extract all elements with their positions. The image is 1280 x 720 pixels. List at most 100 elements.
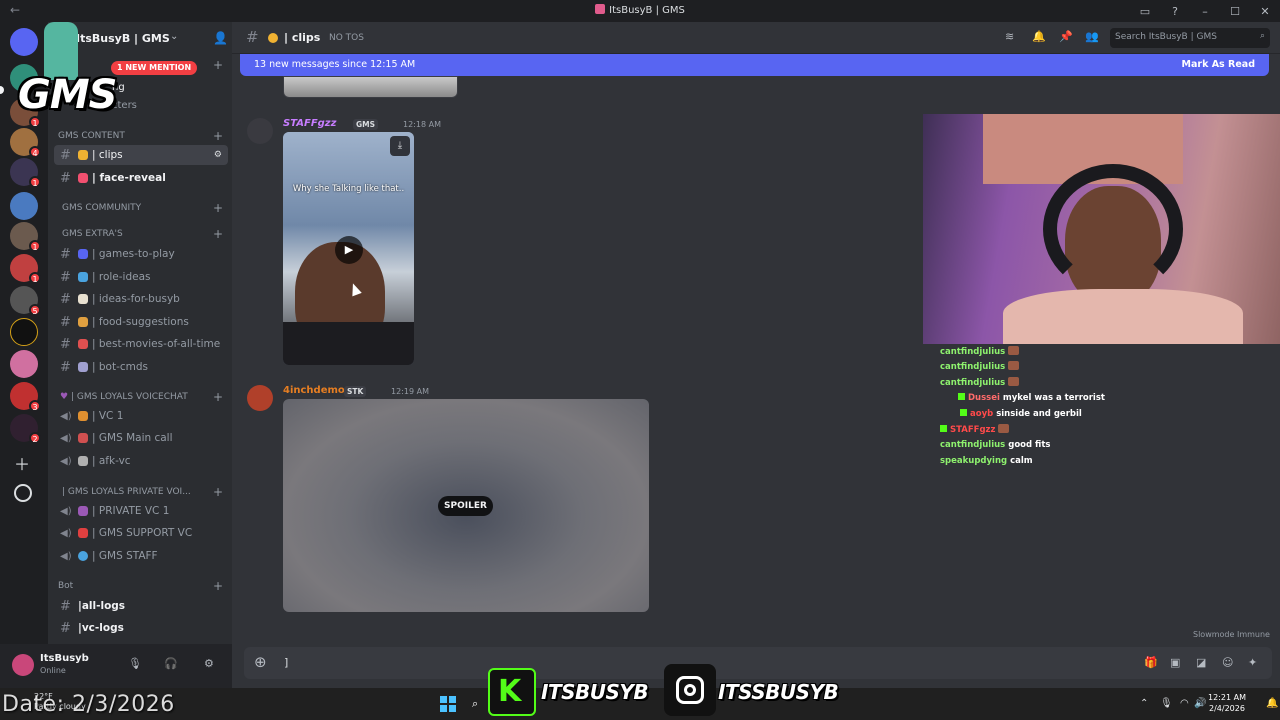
voice-channel-support-vc[interactable]: ◀) | GMS SUPPORT VC	[54, 523, 228, 543]
spoiler-label[interactable]: SPOILER	[438, 496, 493, 516]
channel-all-logs[interactable]: # |all-logs	[54, 596, 228, 616]
channel-games-to-play[interactable]: # | games-to-play	[54, 244, 228, 264]
server-icon[interactable]	[10, 192, 38, 220]
message-author[interactable]: STAFFgzz	[283, 118, 336, 129]
channel-role-ideas[interactable]: # | role-ideas	[54, 267, 228, 287]
server-icon[interactable]: 1	[10, 254, 41, 284]
server-tag[interactable]: STK	[344, 386, 367, 397]
new-mention-badge[interactable]: 1 NEW MENTION	[111, 61, 198, 75]
voice-channel-private-vc1[interactable]: ◀) | PRIVATE VC 1	[54, 501, 228, 521]
clock-time: 12:21 AM	[1208, 693, 1246, 702]
wifi-icon[interactable]: ◠	[1180, 698, 1189, 709]
search-input[interactable]: Search ItsBusyB | GMS ⌕	[1110, 28, 1270, 48]
add-server-icon[interactable]: ＋	[14, 451, 30, 475]
channel-bot-cmds[interactable]: # | bot-cmds	[54, 357, 228, 377]
close-icon[interactable]: ✕	[1250, 5, 1280, 18]
channel-name: | role-ideas	[92, 271, 151, 283]
add-channel-icon[interactable]: +	[213, 201, 223, 215]
emoji-picker-icon[interactable]: ☺	[1222, 656, 1233, 669]
tray-mic-icon[interactable]: 🎙	[1160, 698, 1173, 709]
pin-icon[interactable]: 📌	[1059, 30, 1073, 43]
video-attachment[interactable]: Why she Talking like that.. ▶ ⤓	[283, 132, 414, 365]
category-gms-community[interactable]: GMS COMMUNITY	[62, 203, 141, 213]
server-icon[interactable]	[10, 350, 38, 378]
voice-channel-main-call[interactable]: ◀) | GMS Main call	[54, 428, 228, 448]
message-author[interactable]: 4inchdemon	[283, 385, 352, 396]
server-icon[interactable]: 4	[10, 128, 41, 158]
server-tag[interactable]: GMS	[353, 119, 379, 130]
server-icon[interactable]: 3	[10, 382, 41, 412]
channel-food-suggestions[interactable]: # | food-suggestions	[54, 312, 228, 332]
previous-attachment[interactable]	[283, 76, 458, 98]
hash-icon: #	[60, 147, 71, 163]
category-label: | GMS LOYALS VOICECHAT	[70, 392, 188, 402]
apps-icon[interactable]: ✦	[1248, 656, 1257, 669]
voice-channel-vc1[interactable]: ◀) | VC 1	[54, 406, 228, 426]
category-gms-extras[interactable]: GMS EXTRA'S	[62, 229, 123, 239]
taskbar-clock[interactable]: 12:21 AM 2/4/2026	[1208, 692, 1246, 714]
voice-channel-gms-staff[interactable]: ◀) | GMS STAFF	[54, 546, 228, 566]
avatar[interactable]	[12, 654, 34, 676]
settings-gear-icon[interactable]: ⚙	[204, 657, 214, 670]
category-loyals-voicechat[interactable]: ♥ | GMS LOYALS VOICECHAT	[60, 392, 188, 402]
add-channel-icon[interactable]: +	[213, 579, 223, 593]
minimize-icon[interactable]: –	[1190, 5, 1220, 18]
channel-face-reveal[interactable]: # | face-reveal	[54, 168, 228, 188]
server-icon[interactable]: 1	[10, 158, 41, 188]
hash-icon: #	[60, 359, 71, 375]
globe-icon	[78, 551, 88, 561]
channel-best-movies[interactable]: # | best-movies-of-all-time	[54, 334, 228, 354]
category-loyals-private[interactable]: | GMS LOYALS PRIVATE VOI...	[62, 487, 191, 497]
gift-icon[interactable]: 🎁	[1144, 656, 1158, 669]
mark-as-read-button[interactable]: Mark As Read	[1182, 59, 1255, 70]
play-icon[interactable]: ▶	[335, 236, 363, 264]
emoji-icon	[78, 317, 88, 327]
voice-channel-afk[interactable]: ◀) | afk-vc	[54, 451, 228, 471]
chat-emote-icon	[998, 424, 1010, 433]
bell-icon[interactable]: 🔔	[1032, 30, 1046, 43]
category-bot[interactable]: Bot	[58, 581, 73, 591]
headphones-icon[interactable]: 🎧	[164, 657, 178, 670]
volume-icon[interactable]: 🔊	[1194, 698, 1206, 709]
discover-icon[interactable]	[14, 484, 32, 502]
tray-chevron-icon[interactable]: ⌃	[1140, 698, 1148, 709]
channel-vc-logs[interactable]: # |vc-logs	[54, 618, 228, 638]
member-list-icon[interactable]: 👥	[1085, 30, 1099, 43]
chat-username: cantfindjulius	[940, 362, 1006, 372]
channel-topic[interactable]: NO TOS	[329, 33, 364, 43]
server-icon[interactable]: 2	[10, 414, 41, 444]
invite-icon[interactable]: 👤	[213, 31, 228, 45]
taskbar-search-icon[interactable]: ⌕	[472, 697, 478, 711]
channel-clips[interactable]: # | clips ⚙	[54, 145, 228, 165]
server-icon[interactable]: 1	[10, 222, 41, 252]
emoji-icon	[268, 33, 278, 43]
download-icon[interactable]: ⤓	[390, 136, 410, 156]
server-icon[interactable]	[10, 318, 38, 346]
windows-start-icon[interactable]	[440, 696, 456, 712]
channel-settings-icon[interactable]: ⚙	[214, 150, 222, 160]
avatar[interactable]	[247, 385, 273, 411]
chat-username: cantfindjulius	[940, 378, 1006, 388]
gif-icon[interactable]: ▣	[1170, 656, 1180, 669]
help-icon[interactable]: ?	[1160, 5, 1190, 18]
add-channel-icon[interactable]: +	[213, 129, 223, 143]
microphone-icon[interactable]: 🎙	[128, 657, 142, 670]
new-messages-bar[interactable]: 13 new messages since 12:15 AM Mark As R…	[240, 54, 1269, 76]
message-composer[interactable]: ⊕ ] 🎁 ▣ ◪ ☺ ✦	[244, 647, 1272, 679]
attach-icon[interactable]: ⊕	[254, 653, 267, 671]
notifications-icon[interactable]: 🔔	[1266, 698, 1278, 709]
inbox-icon[interactable]: ▭	[1130, 5, 1160, 18]
headset	[1043, 164, 1183, 294]
add-channel-icon[interactable]: +	[213, 58, 223, 72]
channel-ideas-for-busyb[interactable]: # | ideas-for-busyb	[54, 289, 228, 309]
threads-icon[interactable]: ≋	[1005, 30, 1014, 43]
avatar[interactable]	[247, 118, 273, 144]
server-icon[interactable]: 5	[10, 286, 41, 316]
category-gms-content[interactable]: GMS CONTENT	[58, 131, 125, 141]
discord-home-icon[interactable]	[10, 28, 38, 56]
add-channel-icon[interactable]: +	[213, 390, 223, 404]
sticker-icon[interactable]: ◪	[1196, 656, 1206, 669]
add-channel-icon[interactable]: +	[213, 227, 223, 241]
maximize-icon[interactable]: ☐	[1220, 5, 1250, 18]
add-channel-icon[interactable]: +	[213, 485, 223, 499]
